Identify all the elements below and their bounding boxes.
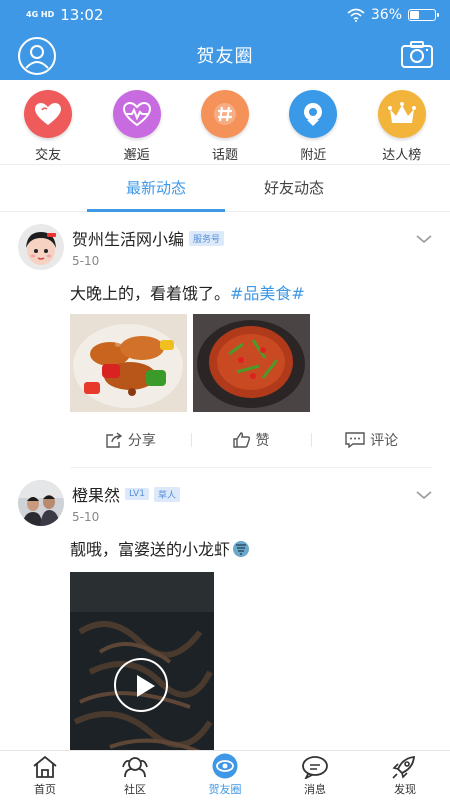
app-header: 贺友圈 [0, 30, 450, 80]
post-date: 5-10 [72, 254, 100, 268]
post-actions: 分享 赞 评论 [70, 412, 432, 468]
battery-icon [408, 9, 439, 21]
post-meta: 贺州生活网小编 服务号 5-10 [72, 224, 225, 268]
avatar[interactable] [18, 480, 64, 526]
nav-label: 发现 [394, 783, 416, 796]
hashtag-icon [200, 90, 249, 138]
author-name[interactable]: 贺州生活网小编 [72, 226, 184, 250]
status-time: 13:02 [60, 6, 104, 24]
share-label: 分享 [127, 432, 156, 449]
comment-button[interactable]: 评论 [311, 430, 432, 450]
author-name[interactable]: 橙果然 [72, 482, 120, 506]
nav-label: 消息 [304, 783, 326, 796]
chevron-down-icon[interactable] [416, 490, 432, 500]
nav-label: 贺友圈 [208, 783, 242, 796]
category-bar: 交友 邂逅 话题 附近 达人榜 [0, 80, 450, 165]
tab-label: 好友动态 [263, 179, 324, 197]
post-date: 5-10 [72, 510, 100, 524]
like-label: 赞 [255, 432, 270, 449]
network-indicator: 4G HD [26, 10, 55, 19]
avatar[interactable] [18, 224, 64, 270]
tab-latest[interactable]: 最新动态 [87, 166, 225, 212]
thumbs-up-icon [232, 431, 250, 448]
location-icon [289, 90, 338, 138]
category-jiaoyou[interactable]: 交友 [8, 80, 88, 164]
category-huati[interactable]: 话题 [185, 80, 265, 164]
nav-messages[interactable]: 消息 [270, 751, 360, 800]
nav-label: 首页 [34, 783, 56, 796]
share-button[interactable]: 分享 [70, 430, 191, 450]
post-body: 靓哦，富婆送的小龙虾 [70, 540, 231, 559]
tab-friends[interactable]: 好友动态 [225, 166, 363, 212]
share-icon [106, 431, 122, 448]
wifi-icon [347, 8, 365, 22]
bottom-nav: 首页 社区 贺友圈 消息 发现 [0, 750, 450, 800]
user-circle-icon[interactable] [18, 37, 56, 75]
camera-icon[interactable] [400, 40, 434, 70]
heartbeat-icon [112, 90, 161, 138]
battery-fill [410, 11, 420, 19]
tornado-emoji-icon [233, 541, 250, 557]
post-header: 橙果然 LV1 草人 5-10 [18, 480, 432, 526]
feed-tabs: 最新动态 好友动态 [0, 166, 450, 212]
nav-home[interactable]: 首页 [0, 751, 90, 800]
category-label: 附近 [300, 148, 327, 163]
page-title: 贺友圈 [196, 46, 254, 67]
rocket-icon [392, 756, 415, 779]
home-icon [33, 755, 57, 778]
tab-label: 最新动态 [125, 179, 186, 197]
battery-percent: 36% [370, 7, 402, 23]
status-bar: 4G HD 13:02 36% [0, 0, 450, 30]
category-fujin[interactable]: 附近 [273, 80, 353, 164]
post-body: 大晚上的，看着饿了。 [70, 284, 231, 303]
category-label: 达人榜 [382, 148, 422, 163]
feed-list[interactable]: 贺州生活网小编 服务号 5-10 大晚上的，看着饿了。#品美食# 分享 赞 评论… [0, 212, 450, 750]
post-item[interactable]: 橙果然 LV1 草人 5-10 靓哦，富婆送的小龙虾 [0, 468, 450, 750]
heart-icon [24, 90, 73, 138]
title-tag: 草人 [153, 486, 180, 502]
comment-label: 评论 [370, 432, 399, 449]
category-xiehou[interactable]: 邂逅 [97, 80, 177, 164]
level-tag: LV1 [125, 488, 149, 500]
post-meta: 橙果然 LV1 草人 5-10 [72, 480, 180, 524]
author-tag: 服务号 [189, 230, 225, 246]
post-images [70, 314, 432, 412]
post-header: 贺州生活网小编 服务号 5-10 [18, 224, 432, 270]
nav-community[interactable]: 社区 [90, 751, 180, 800]
post-video[interactable] [70, 572, 214, 750]
category-label: 邂逅 [123, 148, 150, 163]
nav-label: 社区 [124, 783, 146, 796]
post-text: 大晚上的，看着饿了。#品美食# [70, 280, 432, 304]
like-button[interactable]: 赞 [190, 430, 312, 450]
post-hashtag[interactable]: #品美食# [230, 284, 305, 303]
eye-circle-icon [212, 753, 238, 779]
post-image[interactable] [70, 314, 187, 412]
play-icon[interactable] [114, 658, 168, 712]
nav-discover[interactable]: 发现 [360, 751, 450, 800]
message-icon [302, 756, 328, 779]
name-row: 橙果然 LV1 草人 [72, 482, 180, 506]
top-bar: 4G HD 13:02 36% 贺友圈 [0, 0, 450, 80]
post-item[interactable]: 贺州生活网小编 服务号 5-10 大晚上的，看着饿了。#品美食# 分享 赞 评论 [0, 212, 450, 468]
community-icon [122, 757, 148, 778]
name-row: 贺州生活网小编 服务号 [72, 226, 225, 250]
crown-icon [377, 90, 426, 138]
category-label: 话题 [211, 148, 238, 163]
category-darenbang[interactable]: 达人榜 [362, 80, 442, 164]
chevron-down-icon[interactable] [416, 234, 432, 244]
nav-heyouquan[interactable]: 贺友圈 [180, 751, 270, 800]
post-text: 靓哦，富婆送的小龙虾 [70, 536, 432, 560]
post-image[interactable] [193, 314, 310, 412]
comment-icon [345, 431, 365, 448]
category-label: 交友 [35, 148, 62, 163]
